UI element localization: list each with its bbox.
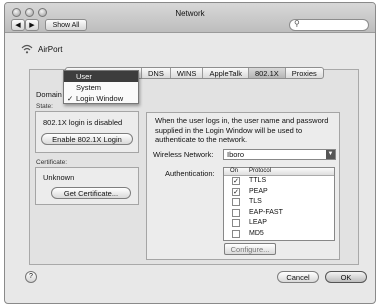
protocol-row-tls: TLS bbox=[224, 197, 334, 208]
chevron-down-icon: ▼ bbox=[326, 150, 335, 159]
wireless-network-value: Iboro bbox=[227, 150, 245, 159]
tab-dns[interactable]: DNS bbox=[142, 68, 171, 78]
column-protocol: Protocol bbox=[249, 168, 272, 174]
protocol-checkbox-eap-fast[interactable] bbox=[232, 208, 240, 217]
back-button[interactable]: ◀ bbox=[11, 19, 25, 31]
protocol-checkbox-tls[interactable] bbox=[232, 198, 240, 206]
login-window-description: When the user logs in, the user name and… bbox=[155, 116, 329, 144]
protocol-table: On Protocol ✓ TTLS ✓ PEAP TLS EAP-FAST L… bbox=[223, 167, 335, 241]
title-bar: Network ◀ ▶ Show All ⚲ bbox=[5, 3, 375, 33]
wireless-network-select[interactable]: Iboro ▼ bbox=[223, 149, 336, 160]
protocol-row-md5: MD5 bbox=[224, 229, 334, 240]
state-label: State: bbox=[36, 103, 53, 110]
menu-item-label: User bbox=[76, 72, 92, 81]
airport-wifi-icon bbox=[21, 44, 33, 54]
protocol-name: TTLS bbox=[249, 177, 267, 184]
protocol-table-header: On Protocol bbox=[224, 168, 334, 176]
menu-item-login-window[interactable]: ✓ Login Window bbox=[64, 93, 138, 104]
wireless-network-label: Wireless Network: bbox=[153, 150, 214, 159]
authentication-label: Authentication: bbox=[165, 169, 215, 178]
protocol-name: PEAP bbox=[249, 187, 268, 195]
menu-item-user[interactable]: User bbox=[64, 71, 138, 82]
search-icon: ⚲ bbox=[294, 19, 300, 28]
column-on: On bbox=[230, 168, 239, 174]
tab-wins[interactable]: WINS bbox=[171, 68, 204, 78]
protocol-row-ttls: ✓ TTLS bbox=[224, 176, 334, 187]
menu-item-label: System bbox=[76, 83, 102, 92]
service-header: AirPort bbox=[21, 44, 62, 54]
domain-dropdown-menu: User System ✓ Login Window bbox=[63, 70, 139, 104]
get-certificate-button[interactable]: Get Certificate... bbox=[51, 187, 131, 199]
menu-item-system[interactable]: System bbox=[64, 82, 138, 93]
state-value: 802.1X login is disabled bbox=[43, 118, 123, 127]
protocol-name: LEAP bbox=[249, 219, 267, 226]
cancel-button[interactable]: Cancel bbox=[277, 271, 319, 283]
window-title: Network bbox=[175, 9, 205, 18]
back-arrow-icon: ◀ bbox=[15, 22, 21, 29]
certificate-value: Unknown bbox=[43, 173, 75, 182]
protocol-checkbox-peap[interactable]: ✓ bbox=[232, 187, 240, 196]
protocol-name: MD5 bbox=[249, 229, 264, 237]
tab-appletalk[interactable]: AppleTalk bbox=[203, 68, 249, 78]
tab-proxies[interactable]: Proxies bbox=[286, 68, 323, 78]
menu-item-label: Login Window bbox=[76, 94, 124, 103]
show-all-button[interactable]: Show All bbox=[45, 19, 87, 31]
protocol-name: TLS bbox=[249, 198, 262, 205]
certificate-label: Certificate: bbox=[36, 159, 68, 166]
tab-802-1x[interactable]: 802.1X bbox=[248, 68, 286, 78]
help-button[interactable]: ? bbox=[25, 271, 37, 283]
protocol-row-eap-fast: EAP-FAST bbox=[224, 208, 334, 219]
ok-button[interactable]: OK bbox=[325, 271, 367, 283]
checkmark-icon: ✓ bbox=[67, 94, 74, 103]
protocol-row-leap: LEAP bbox=[224, 218, 334, 229]
configure-button[interactable]: Configure... bbox=[224, 243, 276, 255]
network-window: Network ◀ ▶ Show All ⚲ AirPort DNS WINS … bbox=[4, 2, 376, 304]
forward-button[interactable]: ▶ bbox=[25, 19, 39, 31]
domain-label: Domain bbox=[36, 90, 62, 99]
forward-arrow-icon: ▶ bbox=[29, 22, 35, 29]
service-name: AirPort bbox=[38, 44, 63, 54]
protocol-checkbox-md5[interactable] bbox=[232, 229, 240, 238]
search-field[interactable]: ⚲ bbox=[289, 19, 369, 31]
protocol-name: EAP-FAST bbox=[249, 208, 283, 216]
protocol-checkbox-ttls[interactable]: ✓ bbox=[232, 177, 240, 185]
enable-802-1x-login-button[interactable]: Enable 802.1X Login bbox=[41, 133, 133, 145]
protocol-checkbox-leap[interactable] bbox=[232, 219, 240, 227]
protocol-row-peap: ✓ PEAP bbox=[224, 187, 334, 198]
